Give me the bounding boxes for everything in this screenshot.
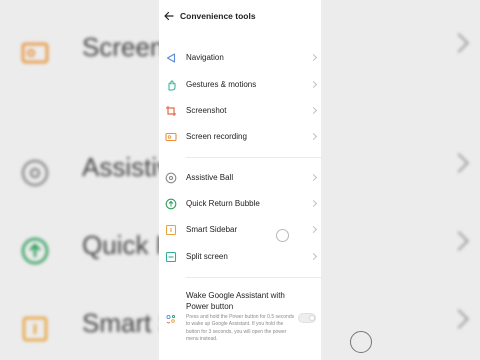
background-right-row-1 <box>320 18 480 88</box>
touch-indicator <box>276 229 289 242</box>
list-item-label: Screenshot <box>186 106 227 115</box>
list-item-navigation[interactable]: Navigation <box>159 45 321 71</box>
page-title: Convenience tools <box>180 11 256 21</box>
background-right-row-2 <box>320 138 480 208</box>
list-item-split-screen[interactable]: Split screen <box>159 244 321 270</box>
list-item-smart-sidebar[interactable]: Smart Sidebar <box>159 217 321 243</box>
chevron-right-icon <box>309 53 318 62</box>
chevron-right-icon <box>309 106 318 115</box>
split-screen-icon <box>165 251 177 263</box>
divider <box>186 277 321 278</box>
chevron-right-icon <box>309 225 318 234</box>
setting-title: Wake Google Assistant with Power button <box>186 291 285 311</box>
list-item-label: Quick Return Bubble <box>186 199 260 208</box>
list-item-label: Split screen <box>186 252 228 261</box>
background-row-screen: Screen <box>0 18 160 88</box>
chevron-right-icon <box>309 173 318 182</box>
list-item-gestures-motions[interactable]: Gestures & motions <box>159 72 321 98</box>
quick-return-bubble-icon <box>165 198 177 210</box>
assistive-ball-icon <box>165 172 177 184</box>
gestures-icon <box>168 80 176 91</box>
list-item-label: Gestures & motions <box>186 80 257 89</box>
chevron-right-icon <box>309 252 318 261</box>
convenience-tools-screen: Convenience tools Navigation Gestures & … <box>159 0 321 360</box>
list-item-quick-return-bubble[interactable]: Quick Return Bubble <box>159 191 321 217</box>
wake-assistant-toggle[interactable] <box>298 313 316 323</box>
background-label-screen: Screen <box>82 32 160 62</box>
list-item-label: Assistive Ball <box>186 173 234 182</box>
navigation-icon <box>166 53 176 63</box>
background-right-row-4 <box>320 294 480 360</box>
background-right-row-3 <box>320 216 480 286</box>
background-label-smart-sidebar: Smart S <box>82 308 160 338</box>
setting-wake-google-assistant: Wake Google Assistant with Power button … <box>159 286 321 360</box>
smart-sidebar-icon <box>22 316 48 342</box>
screen-recording-icon <box>165 132 177 142</box>
header: Convenience tools <box>159 0 321 34</box>
divider <box>186 157 321 158</box>
touch-indicator <box>350 331 372 353</box>
chevron-right-icon <box>449 231 469 251</box>
list-item-screen-recording[interactable]: Screen recording <box>159 124 321 150</box>
quick-return-bubble-icon <box>21 237 49 265</box>
smart-sidebar-icon <box>165 224 177 236</box>
screen-recording-icon <box>21 42 49 64</box>
list-item-label: Navigation <box>186 53 224 62</box>
chevron-right-icon <box>449 33 469 53</box>
screenshot-icon <box>166 106 176 116</box>
background-label-quick-return: Quick R <box>82 230 160 260</box>
setting-description: Press and hold the Power button for 0.5 … <box>186 314 295 343</box>
background-left-panel: Screen Assistive Quick R Smart S <box>0 0 160 360</box>
background-row-quick-return: Quick R <box>0 216 160 286</box>
toggle-knob <box>309 315 315 321</box>
background-row-smart-sidebar: Smart S <box>0 294 160 360</box>
chevron-right-icon <box>449 153 469 173</box>
chevron-right-icon <box>309 199 318 208</box>
list-item-assistive-ball[interactable]: Assistive Ball <box>159 165 321 191</box>
google-assistant-icon <box>166 314 176 324</box>
chevron-right-icon <box>309 132 318 141</box>
list-item-label: Screen recording <box>186 132 247 141</box>
background-right-panel <box>320 0 480 360</box>
chevron-right-icon <box>309 80 318 89</box>
assistive-ball-icon <box>21 159 49 187</box>
list-item-label: Smart Sidebar <box>186 225 238 234</box>
background-row-assistive: Assistive <box>0 138 160 208</box>
chevron-right-icon <box>449 309 469 329</box>
back-arrow-icon[interactable] <box>163 9 175 23</box>
background-label-assistive: Assistive <box>82 152 160 182</box>
list-item-screenshot[interactable]: Screenshot <box>159 98 321 124</box>
